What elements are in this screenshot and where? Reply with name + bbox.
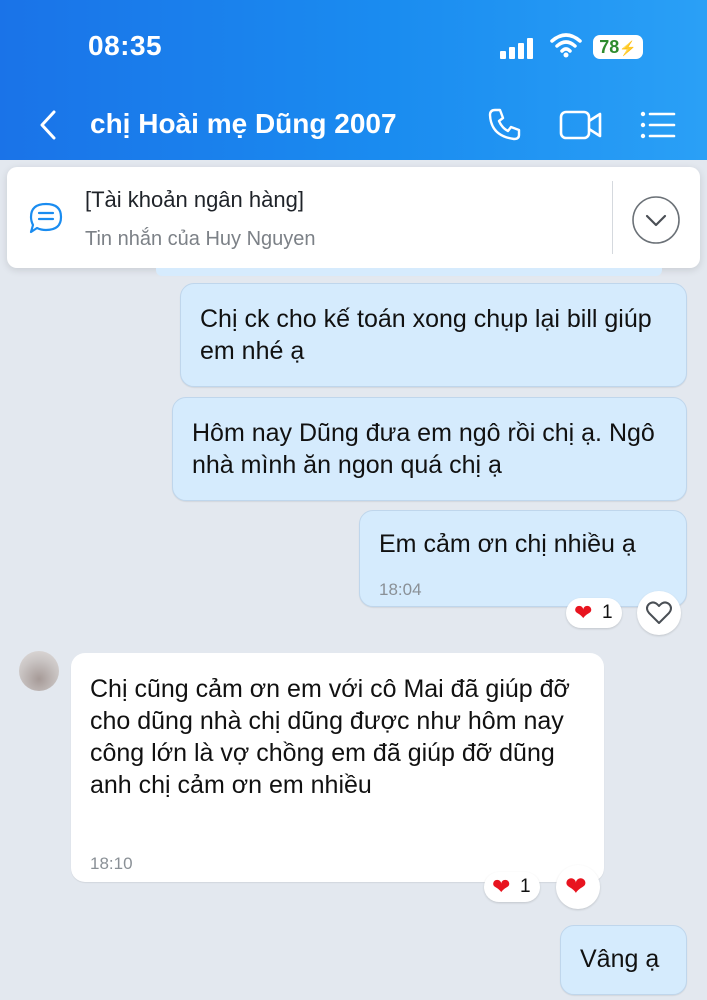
- heart-icon: ❤: [492, 874, 511, 899]
- reaction-summary[interactable]: ❤ 1: [566, 598, 622, 628]
- menu-list-icon[interactable]: [640, 110, 676, 140]
- video-icon[interactable]: [559, 110, 603, 140]
- message-text: Em cảm ơn chị nhiều ạ: [379, 530, 636, 558]
- react-button[interactable]: [637, 591, 681, 635]
- wifi-icon: [550, 33, 582, 58]
- previous-message-edge: [156, 268, 662, 276]
- signal-icon: [500, 37, 540, 59]
- message-bubble-incoming[interactable]: Chị cũng cảm ơn em với cô Mai đã giúp đỡ…: [71, 653, 604, 882]
- pinned-title: [Tài khoản ngân hàng]: [85, 187, 304, 212]
- avatar[interactable]: [19, 651, 59, 691]
- pinned-message-icon: [29, 202, 63, 234]
- status-time: 08:35: [88, 30, 163, 61]
- message-time: 18:10: [90, 854, 133, 873]
- message-text: Vâng ạ: [580, 945, 660, 973]
- back-chevron-icon[interactable]: [36, 108, 60, 142]
- chat-title[interactable]: chị Hoài mẹ Dũng 2007: [90, 108, 397, 140]
- message-time: 18:04: [379, 580, 422, 599]
- pinned-message-bar[interactable]: [Tài khoản ngân hàng] Tin nhắn của Huy N…: [7, 167, 700, 268]
- message-text: Chị ck cho kế toán xong chụp lại bill gi…: [200, 305, 652, 365]
- message-text: Chị cũng cảm ơn em với cô Mai đã giúp đỡ…: [90, 675, 570, 799]
- header: 08:35 78⚡ chị Hoài mẹ Dũng 2007: [0, 0, 707, 160]
- heart-icon: ❤: [565, 871, 587, 901]
- chevron-down-icon[interactable]: [631, 195, 681, 245]
- reaction-summary[interactable]: ❤ 1: [484, 872, 540, 902]
- phone-icon[interactable]: [487, 106, 523, 142]
- heart-outline-icon: [646, 601, 672, 624]
- reaction-count: 1: [602, 602, 613, 623]
- battery-icon: 78⚡: [593, 35, 643, 59]
- pinned-subtitle: Tin nhắn của Huy Nguyen: [85, 228, 316, 250]
- heart-icon: ❤: [574, 600, 593, 625]
- react-button[interactable]: ❤: [556, 865, 600, 909]
- battery-level: 78: [599, 37, 620, 57]
- message-bubble-outgoing[interactable]: Vâng ạ: [560, 925, 687, 995]
- message-text: Hôm nay Dũng đưa em ngô rồi chị ạ. Ngô n…: [192, 419, 655, 479]
- reaction-count: 1: [520, 876, 531, 897]
- pinned-divider: [612, 181, 613, 254]
- message-bubble-outgoing[interactable]: Hôm nay Dũng đưa em ngô rồi chị ạ. Ngô n…: [172, 397, 687, 501]
- message-bubble-outgoing[interactable]: Chị ck cho kế toán xong chụp lại bill gi…: [180, 283, 687, 387]
